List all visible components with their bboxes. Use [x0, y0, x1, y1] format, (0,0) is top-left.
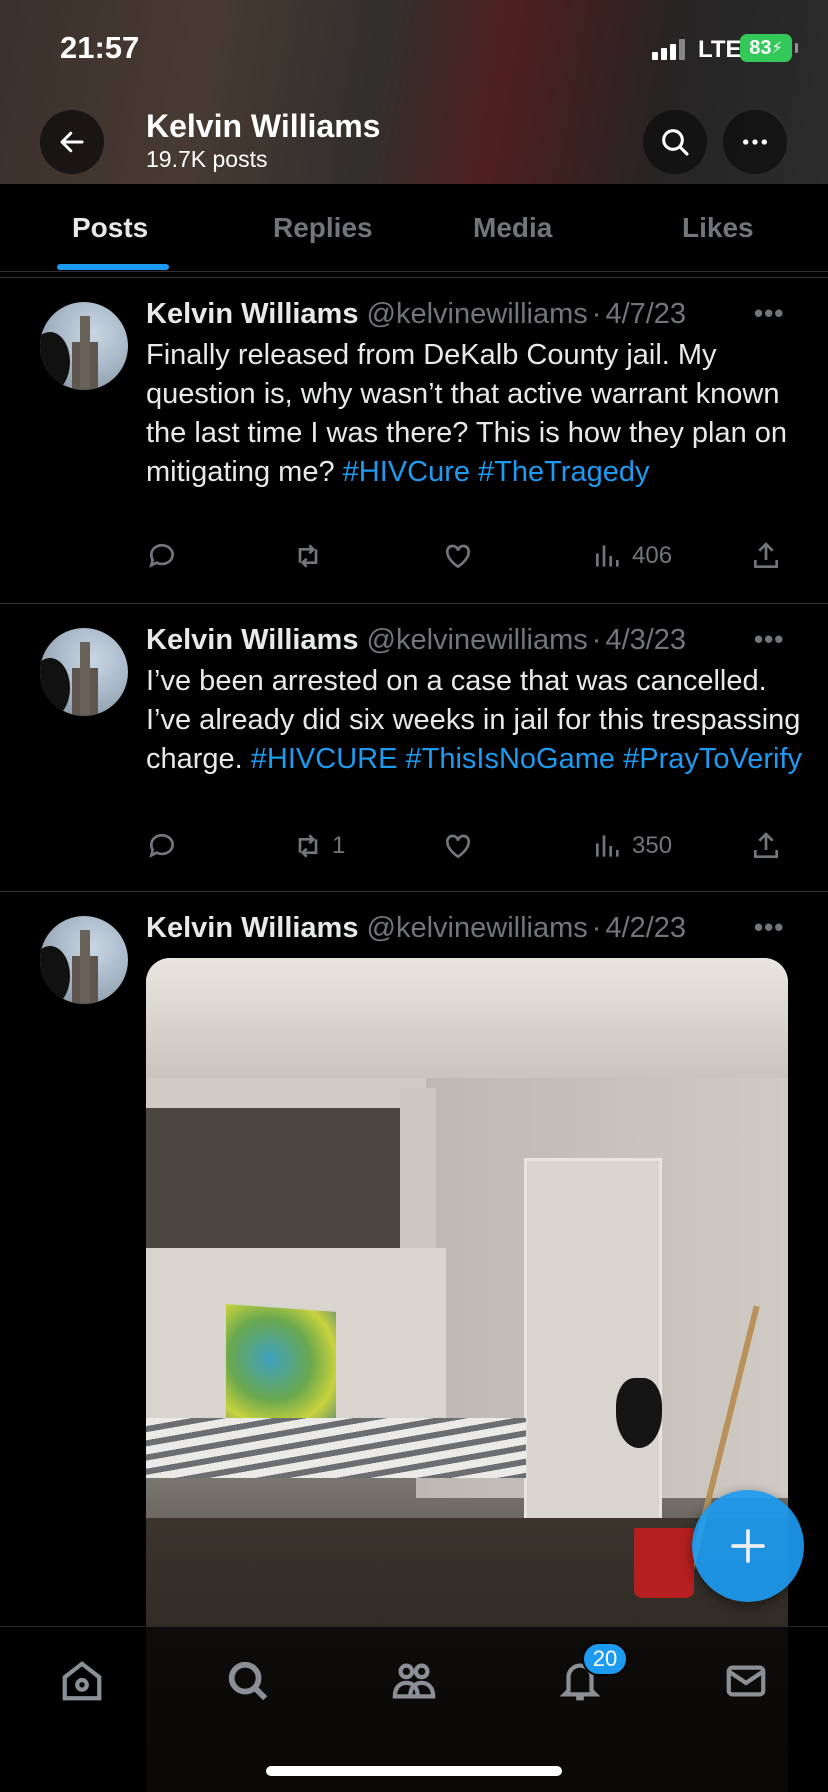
tweet-author[interactable]: Kelvin Williams — [146, 912, 358, 944]
search-icon — [662, 129, 689, 156]
tweet-more-button[interactable]: ••• — [754, 912, 784, 943]
plus-icon — [731, 1529, 765, 1563]
retweet-button[interactable] — [292, 540, 324, 572]
like-button[interactable] — [442, 830, 474, 862]
views-count: 350 — [632, 832, 673, 859]
avatar[interactable] — [40, 302, 128, 390]
status-bar: 21:57 LTE 83 ⚡ — [0, 0, 828, 96]
compose-button[interactable] — [692, 1490, 804, 1602]
like-button[interactable] — [442, 540, 474, 572]
arrow-left-icon — [60, 131, 84, 153]
tweet-handle[interactable]: @kelvinewilliams — [367, 912, 588, 944]
retweet-button[interactable]: 1 — [292, 830, 345, 862]
tweet-actions: 1 350 — [146, 830, 786, 870]
messages-icon — [726, 1665, 766, 1697]
reply-button[interactable] — [146, 830, 178, 862]
hashtag-link[interactable]: #HIVCure — [343, 456, 470, 488]
active-tab-indicator — [57, 264, 169, 270]
search-button[interactable] — [643, 110, 707, 174]
profile-nav-row: Kelvin Williams 19.7K posts — [0, 100, 828, 184]
profile-header: 21:57 LTE 83 ⚡ Kelvin Williams 19.7K post… — [0, 0, 828, 184]
notification-badge: 20 — [582, 1642, 628, 1676]
tweet-header: Kelvin Williams @kelvinewilliams · 4/7/23 — [146, 298, 687, 330]
search-icon — [228, 1661, 268, 1701]
home-indicator[interactable] — [266, 1766, 562, 1776]
tweet-author[interactable]: Kelvin Williams — [146, 624, 358, 656]
avatar[interactable] — [40, 628, 128, 716]
hashtag-link[interactable]: #ThisIsNoGame — [406, 743, 616, 775]
communities-icon — [392, 1663, 436, 1699]
heart-icon — [445, 544, 471, 569]
tweet-handle[interactable]: @kelvinewilliams — [367, 624, 588, 656]
share-icon — [754, 542, 778, 568]
retweet-icon — [298, 544, 318, 568]
back-button[interactable] — [40, 110, 104, 174]
tweet-date[interactable]: 4/3/23 — [605, 624, 686, 656]
views-button[interactable]: 406 — [592, 540, 672, 572]
tweet-header: Kelvin Williams @kelvinewilliams · 4/3/23 — [146, 624, 687, 656]
views-icon — [596, 835, 619, 857]
signal-icon — [652, 38, 688, 60]
tab-media[interactable]: Media — [473, 212, 552, 244]
tab-posts[interactable]: Posts — [72, 212, 148, 244]
hashtag-link[interactable]: #TheTragedy — [478, 456, 649, 488]
profile-tabs: Posts Replies Media Likes — [0, 184, 828, 272]
nav-communities[interactable] — [386, 1653, 442, 1709]
more-horizontal-icon — [743, 139, 767, 145]
retweet-icon — [298, 834, 318, 858]
reply-button[interactable] — [146, 540, 178, 572]
share-icon — [754, 832, 778, 858]
network-label: LTE — [698, 36, 742, 63]
tweet-actions: 406 — [146, 540, 786, 580]
tweet-text: I’ve been arrested on a case that was ca… — [146, 662, 806, 779]
views-count: 406 — [632, 542, 673, 569]
tab-likes[interactable]: Likes — [682, 212, 754, 244]
nav-search[interactable] — [220, 1653, 276, 1709]
battery-level: 83 — [749, 36, 772, 59]
battery-icon: 83 ⚡ — [740, 34, 798, 62]
avatar[interactable] — [40, 916, 128, 1004]
heart-icon — [445, 834, 471, 859]
share-button[interactable] — [750, 540, 782, 572]
views-icon — [596, 545, 619, 567]
tweet-more-button[interactable]: ••• — [754, 298, 784, 329]
tab-replies[interactable]: Replies — [273, 212, 373, 244]
tweet-date[interactable]: 4/2/23 — [605, 912, 686, 944]
tweet-header: Kelvin Williams @kelvinewilliams · 4/2/23 — [146, 912, 687, 944]
tweet-item[interactable]: Kelvin Williams @kelvinewilliams · 4/7/23 … — [0, 278, 828, 604]
tweet-item[interactable]: Kelvin Williams @kelvinewilliams · 4/3/23 … — [0, 604, 828, 892]
views-button[interactable]: 350 — [592, 830, 672, 862]
hashtag-link[interactable]: #HIVCURE — [251, 743, 398, 775]
hashtag-link[interactable]: #PrayToVerify — [623, 743, 802, 775]
nav-messages[interactable] — [718, 1653, 774, 1709]
profile-posts-count: 19.7K posts — [146, 146, 268, 172]
retweet-count: 1 — [332, 832, 346, 859]
profile-name: Kelvin Williams — [146, 108, 381, 144]
reply-icon — [149, 833, 174, 858]
share-button[interactable] — [750, 830, 782, 862]
nav-home[interactable] — [54, 1653, 110, 1709]
reply-icon — [149, 543, 174, 568]
tweet-more-button[interactable]: ••• — [754, 624, 784, 655]
status-time: 21:57 — [60, 30, 140, 65]
tweet-handle[interactable]: @kelvinewilliams — [367, 298, 588, 330]
more-options-button[interactable] — [723, 110, 787, 174]
tweet-date[interactable]: 4/7/23 — [605, 298, 686, 330]
tweet-author[interactable]: Kelvin Williams — [146, 298, 358, 330]
home-icon — [62, 1661, 102, 1701]
tweet-text: Finally released from DeKalb County jail… — [146, 336, 796, 492]
